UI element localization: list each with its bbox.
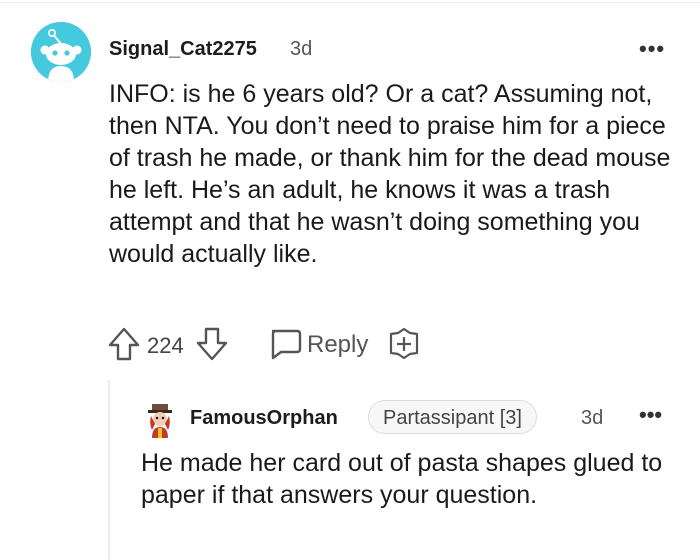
downvote-icon[interactable] xyxy=(195,325,229,368)
reply-button[interactable]: Reply xyxy=(307,331,368,359)
comment-author[interactable]: Signal_Cat2275 xyxy=(109,38,257,61)
user-avatar-icon xyxy=(148,404,172,438)
top-divider xyxy=(0,2,700,3)
more-options-icon[interactable]: ••• xyxy=(639,36,665,62)
reply-author[interactable]: FamousOrphan xyxy=(190,407,338,430)
reply-icon[interactable] xyxy=(267,325,303,368)
user-flair-badge: Partassipant [3] xyxy=(368,400,537,434)
avatar[interactable] xyxy=(143,402,177,438)
award-icon[interactable] xyxy=(387,325,421,368)
avatar[interactable] xyxy=(31,22,91,82)
comment-timestamp[interactable]: 3d xyxy=(290,38,312,61)
thread-line[interactable] xyxy=(108,380,110,560)
reply-timestamp[interactable]: 3d xyxy=(581,407,603,430)
reply-body: He made her card out of pasta shapes glu… xyxy=(141,449,663,509)
upvote-icon[interactable] xyxy=(107,325,141,368)
more-options-icon[interactable]: ••• xyxy=(639,402,662,428)
vote-count: 224 xyxy=(147,333,184,358)
comment-body: INFO: is he 6 years old? Or a cat? Assum… xyxy=(109,80,671,268)
reddit-snoo-icon xyxy=(31,22,91,82)
